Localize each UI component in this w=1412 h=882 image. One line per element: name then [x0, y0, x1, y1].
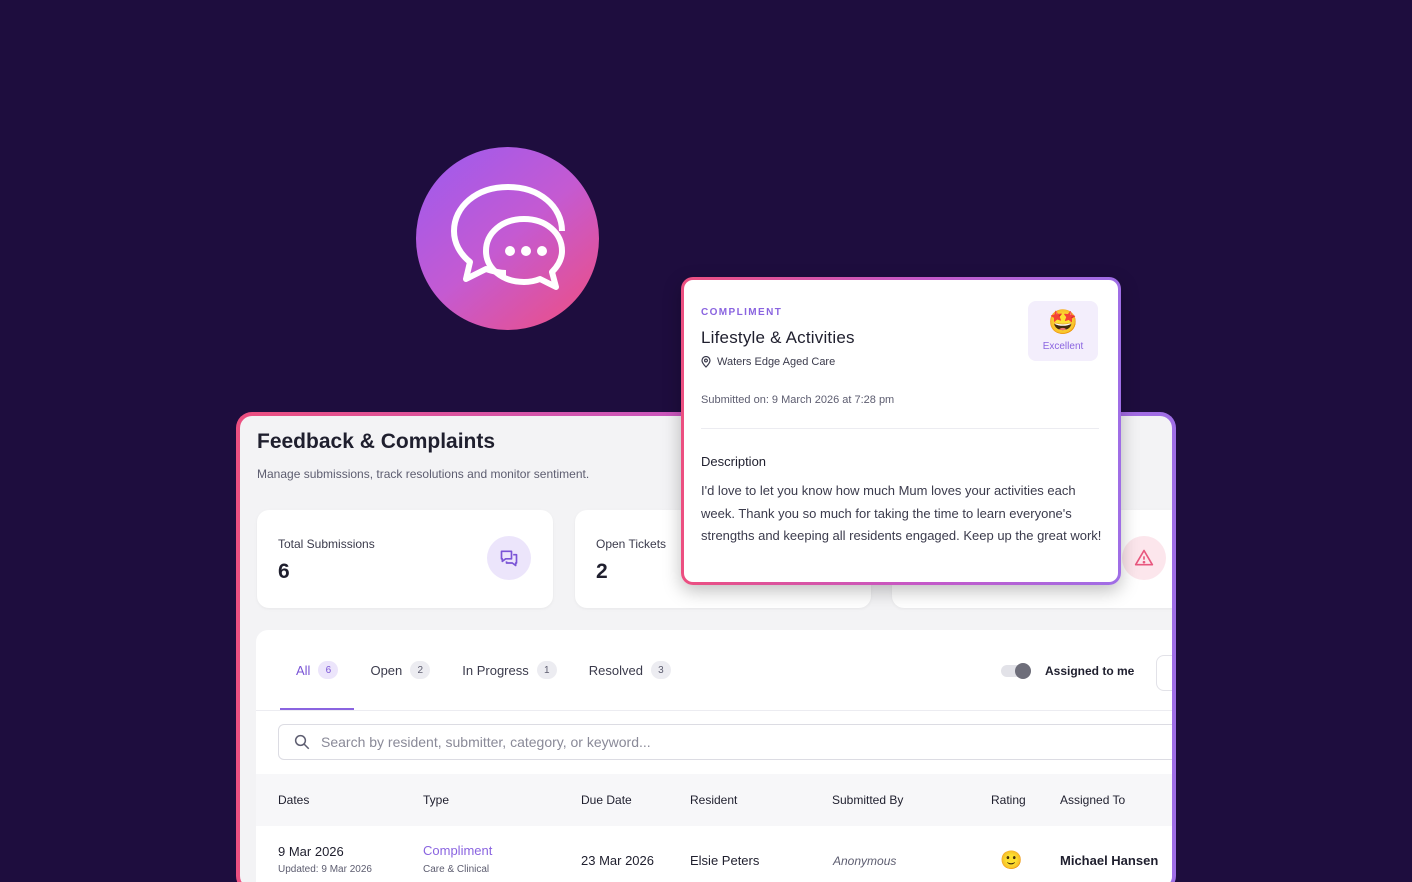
tab-open[interactable]: Open 2 — [354, 630, 446, 710]
row-type: Compliment — [423, 843, 493, 858]
submissions-panel: All 6 Open 2 In Progress 1 Resolved 3 As… — [256, 630, 1172, 882]
feedback-detail-popup-frame: COMPLIMENT Lifestyle & Activities Waters… — [681, 277, 1121, 585]
tab-label: Open — [370, 662, 403, 678]
row-category: Care & Clinical — [423, 864, 490, 875]
popup-location: Waters Edge Aged Care — [701, 356, 835, 368]
row-assigned-to: Michael Hansen — [1060, 853, 1159, 868]
search-input[interactable] — [321, 734, 1172, 750]
tab-divider — [256, 710, 1172, 711]
column-header-type[interactable]: Type — [423, 793, 449, 807]
tab-label: Resolved — [588, 662, 643, 678]
tab-count: 1 — [536, 661, 557, 679]
divider — [701, 428, 1099, 429]
row-due-date: 23 Mar 2026 — [581, 853, 654, 868]
tab-in-progress[interactable]: In Progress 1 — [446, 630, 572, 710]
tab-label: In Progress — [462, 662, 529, 678]
stat-label: Open Tickets — [596, 537, 667, 551]
column-header-dates[interactable]: Dates — [278, 793, 309, 807]
chat-icon — [487, 536, 531, 580]
page-title: Feedback & Complaints — [257, 430, 496, 453]
assigned-to-me-toggle[interactable]: Assigned to me — [1001, 663, 1135, 679]
app-icon — [416, 147, 599, 330]
popup-type-label: COMPLIMENT — [701, 307, 783, 318]
stat-card-total-submissions: Total Submissions 6 — [257, 510, 553, 608]
toolbar-button[interactable] — [1156, 655, 1172, 691]
popup-description: I'd love to let you know how much Mum lo… — [701, 483, 1102, 543]
warning-icon — [1122, 536, 1166, 580]
column-header-rating[interactable]: Rating — [991, 793, 1026, 807]
table-header: Dates Type Due Date Resident Submitted B… — [256, 774, 1172, 826]
column-header-resident[interactable]: Resident — [690, 793, 737, 807]
row-updated: Updated: 9 Mar 2026 — [278, 864, 372, 875]
popup-description-heading: Description — [701, 454, 767, 469]
column-header-submitted-by[interactable]: Submitted By — [832, 793, 903, 807]
search-icon — [294, 734, 310, 750]
row-date: 9 Mar 2026 — [278, 844, 344, 859]
stat-label: Total Submissions — [278, 537, 375, 551]
stat-value: 6 — [278, 560, 290, 583]
table-row[interactable]: 9 Mar 2026 Updated: 9 Mar 2026 Complimen… — [256, 826, 1172, 882]
chat-bubbles-icon — [450, 183, 565, 290]
tab-resolved[interactable]: Resolved 3 — [573, 630, 687, 710]
row-resident: Elsie Peters — [690, 853, 760, 868]
popup-location-text: Waters Edge Aged Care — [717, 356, 836, 368]
popup-rating-label: Excellent — [1042, 340, 1084, 352]
stat-value: 2 — [596, 560, 608, 583]
toggle-knob — [1015, 663, 1031, 679]
tab-label: All — [296, 662, 311, 678]
popup-rating-badge: 🤩 Excellent — [1028, 301, 1098, 361]
star-struck-emoji-icon: 🤩 — [1048, 308, 1078, 336]
tab-count: 6 — [318, 661, 339, 679]
toggle-label: Assigned to me — [1045, 664, 1135, 678]
column-header-assigned-to[interactable]: Assigned To — [1060, 793, 1125, 807]
row-submitted-by: Anonymous — [833, 854, 897, 868]
tab-count: 2 — [410, 661, 431, 679]
feedback-detail-popup: COMPLIMENT Lifestyle & Activities Waters… — [684, 280, 1118, 582]
toggle-switch[interactable] — [1001, 663, 1031, 679]
search-bar — [278, 724, 1172, 760]
tab-all[interactable]: All 6 — [280, 630, 355, 710]
popup-submitted-date: Submitted on: 9 March 2026 at 7:28 pm — [701, 394, 895, 406]
column-header-due-date[interactable]: Due Date — [581, 793, 632, 807]
location-pin-icon — [701, 356, 711, 368]
popup-title: Lifestyle & Activities — [701, 328, 855, 347]
row-rating: 🙂 — [1000, 850, 1023, 870]
page-subtitle: Manage submissions, track resolutions an… — [257, 467, 590, 481]
tab-count: 3 — [650, 661, 671, 679]
filter-tabs: All 6 Open 2 In Progress 1 Resolved 3 — [280, 630, 687, 710]
